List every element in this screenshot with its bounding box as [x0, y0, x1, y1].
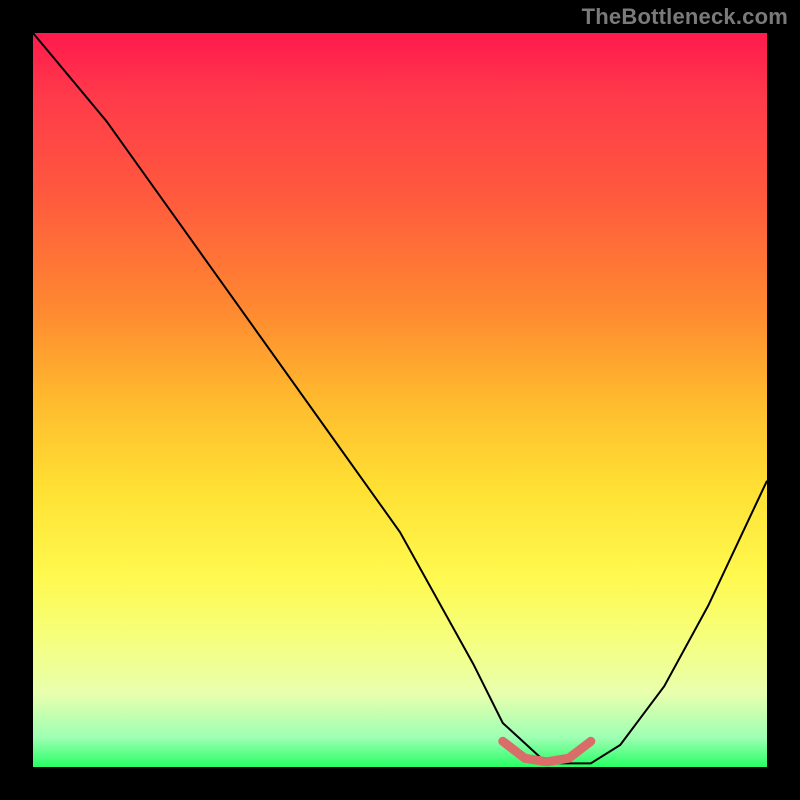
attribution-text: TheBottleneck.com	[582, 4, 788, 30]
optimal-range	[503, 741, 591, 762]
curve-layer	[33, 33, 767, 767]
bottleneck-curve	[33, 33, 767, 763]
chart-frame: TheBottleneck.com	[0, 0, 800, 800]
plot-area	[33, 33, 767, 767]
